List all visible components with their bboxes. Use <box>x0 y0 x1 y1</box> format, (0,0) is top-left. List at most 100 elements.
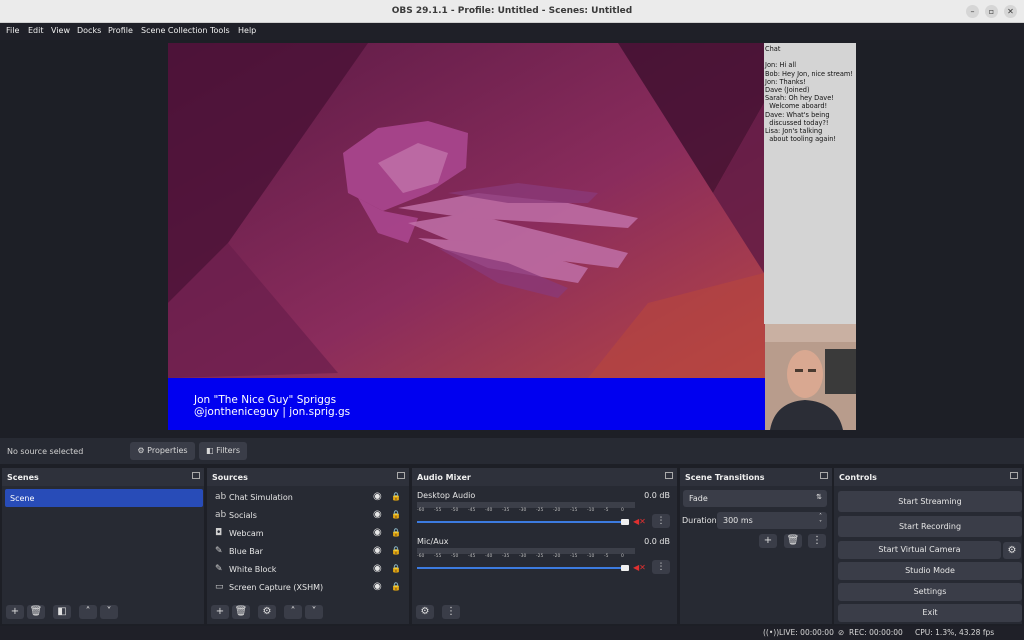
brush-icon: ✎ <box>215 564 223 574</box>
scenes-title: Scenes <box>7 473 39 482</box>
close-icon[interactable]: ✕ <box>1004 5 1017 18</box>
scene-name: Scene <box>10 494 35 503</box>
channel-db: 0.0 dB <box>644 537 670 546</box>
properties-label: Properties <box>147 446 188 455</box>
menu-docks[interactable]: Docks <box>77 26 101 35</box>
menu-help[interactable]: Help <box>238 26 256 35</box>
minimize-icon[interactable]: – <box>966 5 979 18</box>
controls-header: Controls <box>834 468 1022 486</box>
scenes-dock: Scenes Scene + 🗑 ◧ ˄ ˅ <box>2 468 204 624</box>
live-timer: LIVE: 00:00:00 <box>779 628 834 637</box>
text-icon: ab <box>215 492 227 502</box>
lock-icon[interactable]: 🔒 <box>391 510 401 519</box>
advanced-audio-icon[interactable]: ⚙ <box>416 605 434 619</box>
move-up-icon[interactable]: ˄ <box>79 605 97 619</box>
wallpaper-image <box>168 43 856 430</box>
undock-icon[interactable] <box>1010 472 1018 479</box>
transition-menu-icon[interactable]: ⋮ <box>808 534 826 548</box>
source-name: Socials <box>229 511 257 520</box>
channel-menu-icon[interactable]: ⋮ <box>652 560 670 574</box>
lock-icon[interactable]: 🔒 <box>391 564 401 573</box>
preview-canvas[interactable] <box>168 43 856 430</box>
move-down-icon[interactable]: ˅ <box>305 605 323 619</box>
scenes-header: Scenes <box>2 468 204 486</box>
spin-arrows-icon[interactable]: ˄ ˅ <box>819 513 822 527</box>
start-virtual-camera-button[interactable]: Start Virtual Camera <box>838 541 1001 559</box>
scene-transitions-dock: Scene Transitions Fade ⇅ Duration 300 ms… <box>680 468 832 624</box>
filters-button[interactable]: ◧ Filters <box>199 442 247 460</box>
add-transition-icon[interactable]: + <box>759 534 777 548</box>
eye-icon[interactable]: ◉ <box>373 545 382 556</box>
remove-source-icon[interactable]: 🗑 <box>232 605 250 619</box>
eye-icon[interactable]: ◉ <box>373 581 382 592</box>
remove-transition-icon[interactable]: 🗑 <box>784 534 802 548</box>
duration-label: Duration <box>682 516 717 525</box>
eye-icon[interactable]: ◉ <box>373 509 382 520</box>
studio-mode-button[interactable]: Studio Mode <box>838 562 1022 580</box>
add-source-icon[interactable]: + <box>211 605 229 619</box>
source-name: White Block <box>229 565 277 574</box>
transition-value: Fade <box>689 494 708 503</box>
scene-filters-icon[interactable]: ◧ <box>53 605 71 619</box>
volume-knob[interactable] <box>621 565 629 571</box>
lock-icon[interactable]: 🔒 <box>391 546 401 555</box>
scene-list-item[interactable]: Scene <box>5 489 203 507</box>
menu-file[interactable]: File <box>6 26 19 35</box>
volume-slider[interactable] <box>417 521 629 523</box>
muted-speaker-icon[interactable]: ◀✕ <box>633 517 646 526</box>
start-recording-button[interactable]: Start Recording <box>838 516 1022 537</box>
text-icon: ab <box>215 510 227 520</box>
virtual-camera-settings-icon[interactable]: ⚙ <box>1003 542 1021 559</box>
volume-slider[interactable] <box>417 567 629 569</box>
muted-speaker-icon[interactable]: ◀✕ <box>633 563 646 572</box>
no-source-label: No source selected <box>7 447 84 456</box>
duration-value: 300 ms <box>723 516 753 525</box>
undock-icon[interactable] <box>397 472 405 479</box>
remove-scene-icon[interactable]: 🗑 <box>27 605 45 619</box>
filter-icon: ◧ <box>205 446 214 455</box>
live-icon: ((•)) <box>763 628 780 637</box>
status-bar: ((•)) LIVE: 00:00:00 ⊘ REC: 00:00:00 CPU… <box>0 626 1024 640</box>
source-name: Blue Bar <box>229 547 263 556</box>
volume-knob[interactable] <box>621 519 629 525</box>
controls-title: Controls <box>839 473 877 482</box>
banner-name: Jon "The Nice Guy" Spriggs <box>194 394 337 406</box>
undock-icon[interactable] <box>192 472 200 479</box>
undock-icon[interactable] <box>665 472 673 479</box>
audio-mixer-dock: Audio Mixer Desktop Audio 0.0 dB -60 -55-… <box>412 468 677 624</box>
window-titlebar: OBS 29.1.1 - Profile: Untitled - Scenes:… <box>0 0 1024 23</box>
menu-tools[interactable]: Tools <box>210 26 230 35</box>
menu-profile[interactable]: Profile <box>108 26 133 35</box>
exit-button[interactable]: Exit <box>838 604 1022 622</box>
maximize-icon[interactable]: ▫ <box>985 5 998 18</box>
menu-edit[interactable]: Edit <box>28 26 44 35</box>
brush-icon: ✎ <box>215 546 223 556</box>
transition-select[interactable]: Fade ⇅ <box>683 490 827 507</box>
start-streaming-button[interactable]: Start Streaming <box>838 491 1022 512</box>
rec-icon: ⊘ <box>838 628 845 637</box>
properties-button[interactable]: ⚙ Properties <box>130 442 195 460</box>
filters-label: Filters <box>216 446 241 455</box>
source-name: Webcam <box>229 529 264 538</box>
lock-icon[interactable]: 🔒 <box>391 528 401 537</box>
move-down-icon[interactable]: ˅ <box>100 605 118 619</box>
add-scene-icon[interactable]: + <box>6 605 24 619</box>
move-up-icon[interactable]: ˄ <box>284 605 302 619</box>
duration-spinbox[interactable]: 300 ms ˄ ˅ <box>717 512 827 529</box>
lock-icon[interactable]: 🔒 <box>391 492 401 501</box>
eye-icon[interactable]: ◉ <box>373 527 382 538</box>
settings-button[interactable]: Settings <box>838 583 1022 601</box>
undock-icon[interactable] <box>820 472 828 479</box>
source-name: Screen Capture (XSHM) <box>229 583 324 592</box>
eye-icon[interactable]: ◉ <box>373 563 382 574</box>
lock-icon[interactable]: 🔒 <box>391 582 401 591</box>
audio-mixer-header: Audio Mixer <box>412 468 677 486</box>
mixer-menu-icon[interactable]: ⋮ <box>442 605 460 619</box>
channel-db: 0.0 dB <box>644 491 670 500</box>
menu-view[interactable]: View <box>51 26 70 35</box>
channel-menu-icon[interactable]: ⋮ <box>652 514 670 528</box>
eye-icon[interactable]: ◉ <box>373 491 382 502</box>
source-settings-icon[interactable]: ⚙ <box>258 605 276 619</box>
transitions-header: Scene Transitions <box>680 468 832 486</box>
menu-scene-collection[interactable]: Scene Collection <box>141 26 208 35</box>
